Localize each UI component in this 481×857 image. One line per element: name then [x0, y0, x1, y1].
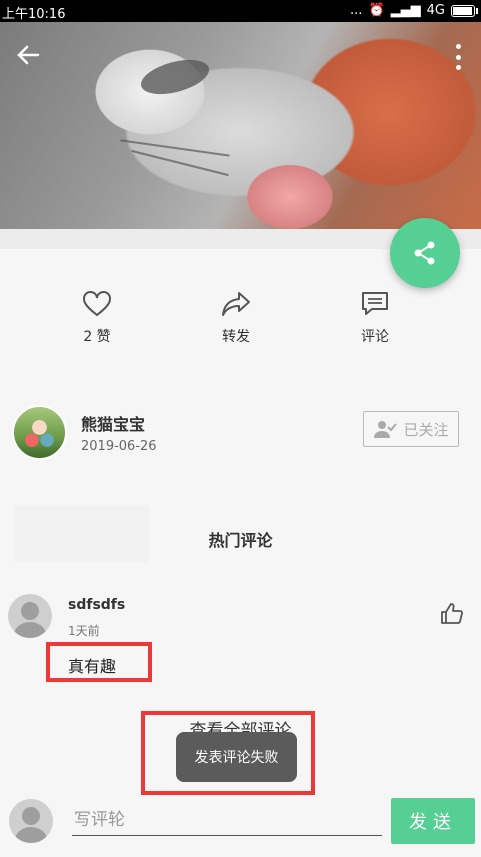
cat-eye-shape	[137, 53, 213, 101]
forward-arrow-icon	[222, 292, 250, 316]
follow-label: 已关注	[403, 420, 449, 439]
comment-button[interactable]: 评论	[335, 290, 415, 346]
post-action-row: 2 赞 转发 评论	[0, 290, 481, 360]
status-bar: 上午10:16 ... ⏰ ▂▄▆ 4G	[0, 0, 481, 22]
current-user-avatar	[9, 799, 53, 843]
thumbs-up-icon	[441, 603, 463, 624]
network-type: 4G	[426, 3, 445, 18]
commenter-avatar[interactable]	[8, 594, 52, 638]
whisker-line	[120, 139, 230, 157]
post-cover-image	[0, 22, 481, 229]
post-date: 2019-06-26	[81, 439, 157, 454]
like-label: 2 赞	[83, 329, 111, 345]
comment-input-bar: 写评轮 发送	[0, 795, 481, 857]
hot-comments-title: 热门评论	[208, 531, 273, 550]
user-check-icon	[374, 421, 398, 438]
author-avatar[interactable]	[12, 405, 67, 460]
heart-icon	[83, 291, 111, 317]
arrow-left-icon	[17, 45, 40, 65]
share-fab-button[interactable]	[390, 218, 460, 288]
comment-like-button[interactable]	[440, 602, 464, 630]
signal-icon: ▂▄▆	[390, 3, 421, 18]
comment-bubble-icon	[362, 292, 388, 315]
author-row: 熊猫宝宝 2019-06-26 已关注	[0, 400, 481, 470]
comment-input[interactable]: 写评轮	[72, 804, 382, 836]
comment-label: 评论	[361, 329, 389, 345]
forward-label: 转发	[222, 329, 250, 345]
send-button[interactable]: 发送	[391, 798, 475, 844]
alarm-icon: ⏰	[368, 3, 385, 18]
like-button[interactable]: 2 赞	[57, 290, 137, 346]
author-name[interactable]: 熊猫宝宝	[81, 411, 145, 435]
battery-icon	[451, 4, 478, 17]
comment-time: 1天前	[68, 624, 100, 638]
commenter-name[interactable]: sdfsdfs	[68, 597, 125, 613]
more-menu-button[interactable]	[453, 44, 463, 70]
back-button[interactable]	[14, 44, 42, 70]
comment-highlight-box	[46, 642, 152, 682]
follow-button[interactable]: 已关注	[363, 411, 459, 447]
share-icon	[414, 241, 435, 265]
status-time: 上午10:16	[2, 7, 66, 22]
status-dots: ...	[350, 3, 363, 18]
forward-button[interactable]: 转发	[196, 290, 276, 346]
toast-highlight-box	[141, 711, 315, 795]
